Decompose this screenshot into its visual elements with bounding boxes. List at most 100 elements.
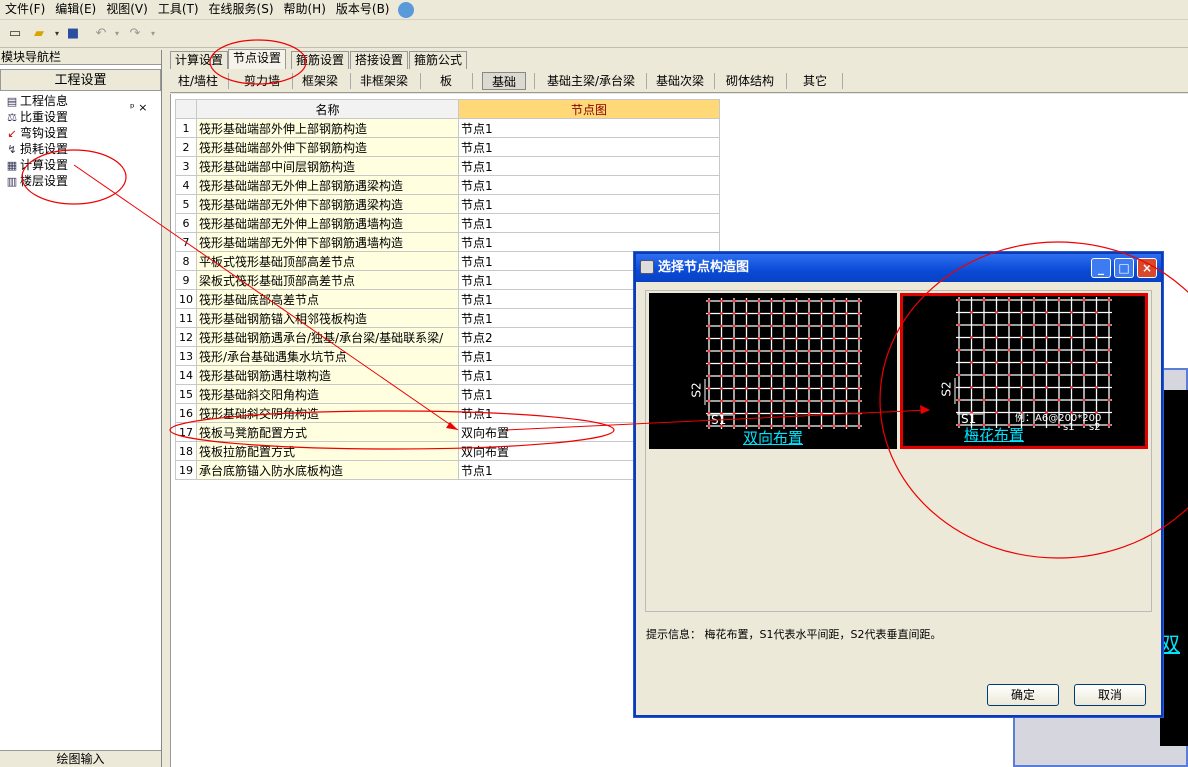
- row-number: 12: [175, 327, 197, 347]
- nav-item-loss-settings[interactable]: ↯ 损耗设置: [0, 141, 161, 157]
- nav-item-hook-settings[interactable]: ↙ 弯钩设置: [0, 125, 161, 141]
- row-node-value[interactable]: 节点1: [458, 175, 720, 195]
- row-number: 17: [175, 422, 197, 442]
- nav-title: 模块导航栏: [1, 50, 62, 64]
- dialog-preview-area: S2 S1 双向布置 S2 S1 例：A6@200*200 s1 s2 梅花布置: [645, 290, 1152, 612]
- update-icon[interactable]: [398, 1, 415, 18]
- subtab-foundation[interactable]: 基础: [482, 72, 526, 90]
- tab-lap-settings[interactable]: 搭接设置: [350, 51, 409, 69]
- tab-calc-settings[interactable]: 计算设置: [170, 51, 229, 69]
- row-number: 14: [175, 365, 197, 385]
- row-name: 筏形基础端部无外伸下部钢筋遇梁构造: [196, 194, 459, 214]
- subtab-column[interactable]: 柱/墙柱: [176, 72, 220, 90]
- col-header-node: 节点图: [458, 99, 720, 119]
- floor-icon: ▥: [6, 175, 18, 188]
- row-name: 筏形基础端部无外伸上部钢筋遇梁构造: [196, 175, 459, 195]
- dialog-title: 选择节点构造图: [658, 260, 750, 275]
- row-number: 16: [175, 403, 197, 423]
- tab-stirrup-formula[interactable]: 箍筋公式: [409, 51, 468, 69]
- table-row[interactable]: 7 筏形基础端部无外伸下部钢筋遇墙构造 节点1: [175, 232, 720, 252]
- redo-icon[interactable]: ↷: [126, 25, 144, 43]
- row-name: 筏板马凳筋配置方式: [196, 422, 459, 442]
- table-row[interactable]: 4 筏形基础端部无外伸上部钢筋遇梁构造 节点1: [175, 175, 720, 195]
- row-node-value[interactable]: 节点1: [458, 213, 720, 233]
- maximize-button[interactable]: □: [1114, 258, 1134, 278]
- table-row[interactable]: 1 筏形基础端部外伸上部钢筋构造 节点1: [175, 118, 720, 138]
- subtab-foundation-main-beam[interactable]: 基础主梁/承台梁: [542, 72, 640, 90]
- row-name: 筏形基础端部外伸下部钢筋构造: [196, 137, 459, 157]
- row-name: 筏板拉筋配置方式: [196, 441, 459, 461]
- menu-tools[interactable]: 工具(T): [153, 0, 204, 20]
- subtab-frame-beam[interactable]: 框架梁: [300, 72, 340, 90]
- row-name: 筏形基础端部中间层钢筋构造: [196, 156, 459, 176]
- s1-label: S1: [711, 413, 727, 427]
- option-bidirectional[interactable]: S2 S1 双向布置: [649, 293, 897, 449]
- row-number: 11: [175, 308, 197, 328]
- row-name: 筏形基础端部外伸上部钢筋构造: [196, 118, 459, 138]
- row-name: 筏形基础钢筋锚入相邻筏板构造: [196, 308, 459, 328]
- row-name: 筏形基础斜交阴角构造: [196, 403, 459, 423]
- row-name: 筏形基础底部高差节点: [196, 289, 459, 309]
- nav-section-project-settings[interactable]: 工程设置: [0, 69, 161, 91]
- row-node-value[interactable]: 节点1: [458, 232, 720, 252]
- background-window-label: 双: [1160, 632, 1180, 656]
- menu-help[interactable]: 帮助(H): [279, 0, 331, 20]
- nav-item-calc-settings[interactable]: ▦ 计算设置: [0, 157, 161, 173]
- close-button[interactable]: ×: [1137, 258, 1157, 278]
- row-node-value[interactable]: 节点1: [458, 156, 720, 176]
- ok-button[interactable]: 确定: [987, 684, 1059, 706]
- open-folder-icon[interactable]: ▰: [30, 25, 48, 43]
- table-row[interactable]: 3 筏形基础端部中间层钢筋构造 节点1: [175, 156, 720, 176]
- menu-view[interactable]: 视图(V): [101, 0, 153, 20]
- row-number: 3: [175, 156, 197, 176]
- row-number: 6: [175, 213, 197, 233]
- row-name: 筏形基础斜交阳角构造: [196, 384, 459, 404]
- table-row[interactable]: 2 筏形基础端部外伸下部钢筋构造 节点1: [175, 137, 720, 157]
- weight-icon: ⚖: [7, 111, 17, 124]
- option-quincunx-label: 梅花布置: [963, 426, 1024, 444]
- table-row[interactable]: 6 筏形基础端部无外伸上部钢筋遇墙构造 节点1: [175, 213, 720, 233]
- row-number: 15: [175, 384, 197, 404]
- tab-node-settings[interactable]: 节点设置: [228, 49, 287, 69]
- save-icon[interactable]: ■: [64, 25, 82, 43]
- row-name: 梁板式筏形基础顶部高差节点: [196, 270, 459, 290]
- row-name: 承台底筋锚入防水底板构造: [196, 460, 459, 480]
- dialog-app-icon: [640, 260, 654, 274]
- row-number: 4: [175, 175, 197, 195]
- row-name: 筏形基础钢筋遇承台/独基/承台梁/基础联系梁/: [196, 327, 459, 347]
- tab-stirrup-settings[interactable]: 箍筋设置: [291, 51, 350, 69]
- subtab-other[interactable]: 其它: [800, 72, 830, 90]
- subtab-slab[interactable]: 板: [436, 72, 456, 90]
- row-name: 筏形基础端部无外伸上部钢筋遇墙构造: [196, 213, 459, 233]
- col-header-name: 名称: [196, 99, 459, 119]
- s2-label-quincunx: S2: [939, 381, 954, 397]
- hint-text: 提示信息： 梅花布置，S1代表水平间距，S2代表垂直间距。: [646, 628, 942, 641]
- row-node-value[interactable]: 节点1: [458, 137, 720, 157]
- menu-online-service[interactable]: 在线服务(S): [204, 0, 279, 20]
- calc-icon: ▦: [6, 159, 18, 172]
- minimize-button[interactable]: _: [1091, 258, 1111, 278]
- cancel-button[interactable]: 取消: [1074, 684, 1146, 706]
- option-quincunx[interactable]: S2 S1 例：A6@200*200 s1 s2 梅花布置: [900, 293, 1148, 449]
- menu-file[interactable]: 文件(F): [0, 0, 50, 20]
- new-file-icon[interactable]: ▭: [6, 25, 24, 43]
- nav-drawing-input[interactable]: 绘图输入: [0, 750, 161, 767]
- subtab-foundation-secondary-beam[interactable]: 基础次梁: [654, 72, 706, 90]
- row-node-value[interactable]: 节点1: [458, 118, 720, 138]
- nav-item-floor-settings[interactable]: ▥ 楼层设置: [0, 173, 161, 189]
- subtab-masonry[interactable]: 砌体结构: [724, 72, 776, 90]
- option-bidirectional-label: 双向布置: [742, 429, 803, 447]
- subtab-non-frame-beam[interactable]: 非框架梁: [358, 72, 410, 90]
- row-node-value[interactable]: 节点1: [458, 194, 720, 214]
- menu-edit[interactable]: 编辑(E): [50, 0, 101, 20]
- pin-close-icons[interactable]: ᵖ ×: [130, 101, 147, 115]
- row-name: 筏形基础钢筋遇柱墩构造: [196, 365, 459, 385]
- select-node-dialog: 选择节点构造图 _ □ × S2 S1 双向布置 S2 S1 例：A6@200*…: [634, 252, 1163, 717]
- table-row[interactable]: 5 筏形基础端部无外伸下部钢筋遇梁构造 节点1: [175, 194, 720, 214]
- undo-dropdown-icon[interactable]: ▾: [108, 25, 126, 43]
- row-number: 2: [175, 137, 197, 157]
- menu-version[interactable]: 版本号(B): [331, 0, 395, 20]
- background-window-text: 表水平: [1163, 700, 1185, 729]
- redo-dropdown-icon[interactable]: ▾: [144, 25, 162, 43]
- subtab-shear-wall[interactable]: 剪力墙: [240, 72, 284, 90]
